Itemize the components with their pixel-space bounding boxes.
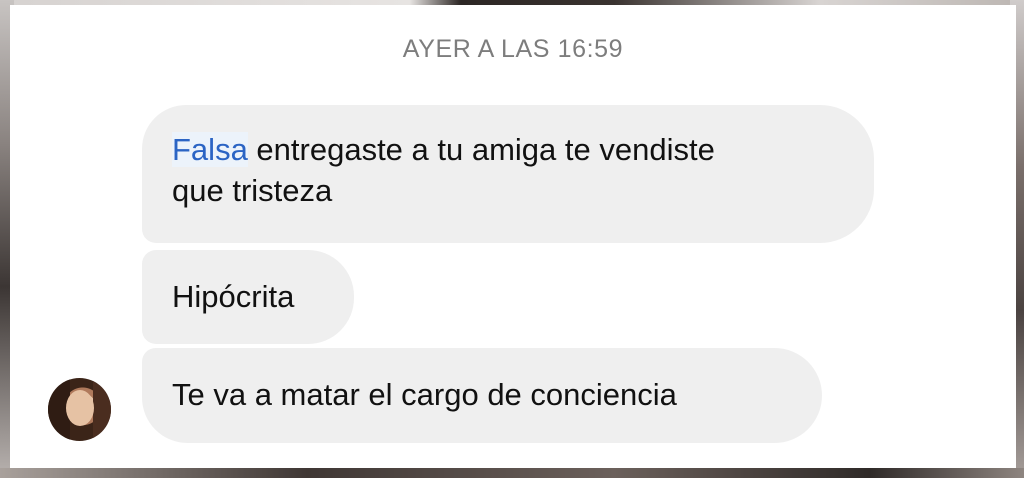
background-bottom — [0, 468, 1024, 478]
chat-screenshot-card: AYER A LAS 16:59 Falsa entregaste a tu a… — [10, 5, 1016, 468]
message-text: entregaste a tu amiga te vendiste — [247, 132, 715, 167]
avatar-face — [66, 390, 94, 426]
avatar-hair — [93, 378, 111, 441]
message-line: que tristeza — [172, 173, 333, 208]
message-text: Te va a matar el cargo de conciencia — [172, 377, 677, 412]
sender-avatar[interactable] — [48, 378, 111, 441]
message-bubble[interactable]: Hipócrita — [142, 250, 354, 344]
message-line: Falsa entregaste a tu amiga te vendiste — [172, 129, 844, 170]
message-text: Hipócrita — [172, 279, 295, 314]
message-bubble[interactable]: Te va a matar el cargo de conciencia — [142, 348, 822, 443]
message-timestamp: AYER A LAS 16:59 — [402, 35, 624, 63]
highlighted-word: Falsa — [172, 132, 248, 167]
message-bubble[interactable]: Falsa entregaste a tu amiga te vendiste … — [142, 105, 874, 243]
